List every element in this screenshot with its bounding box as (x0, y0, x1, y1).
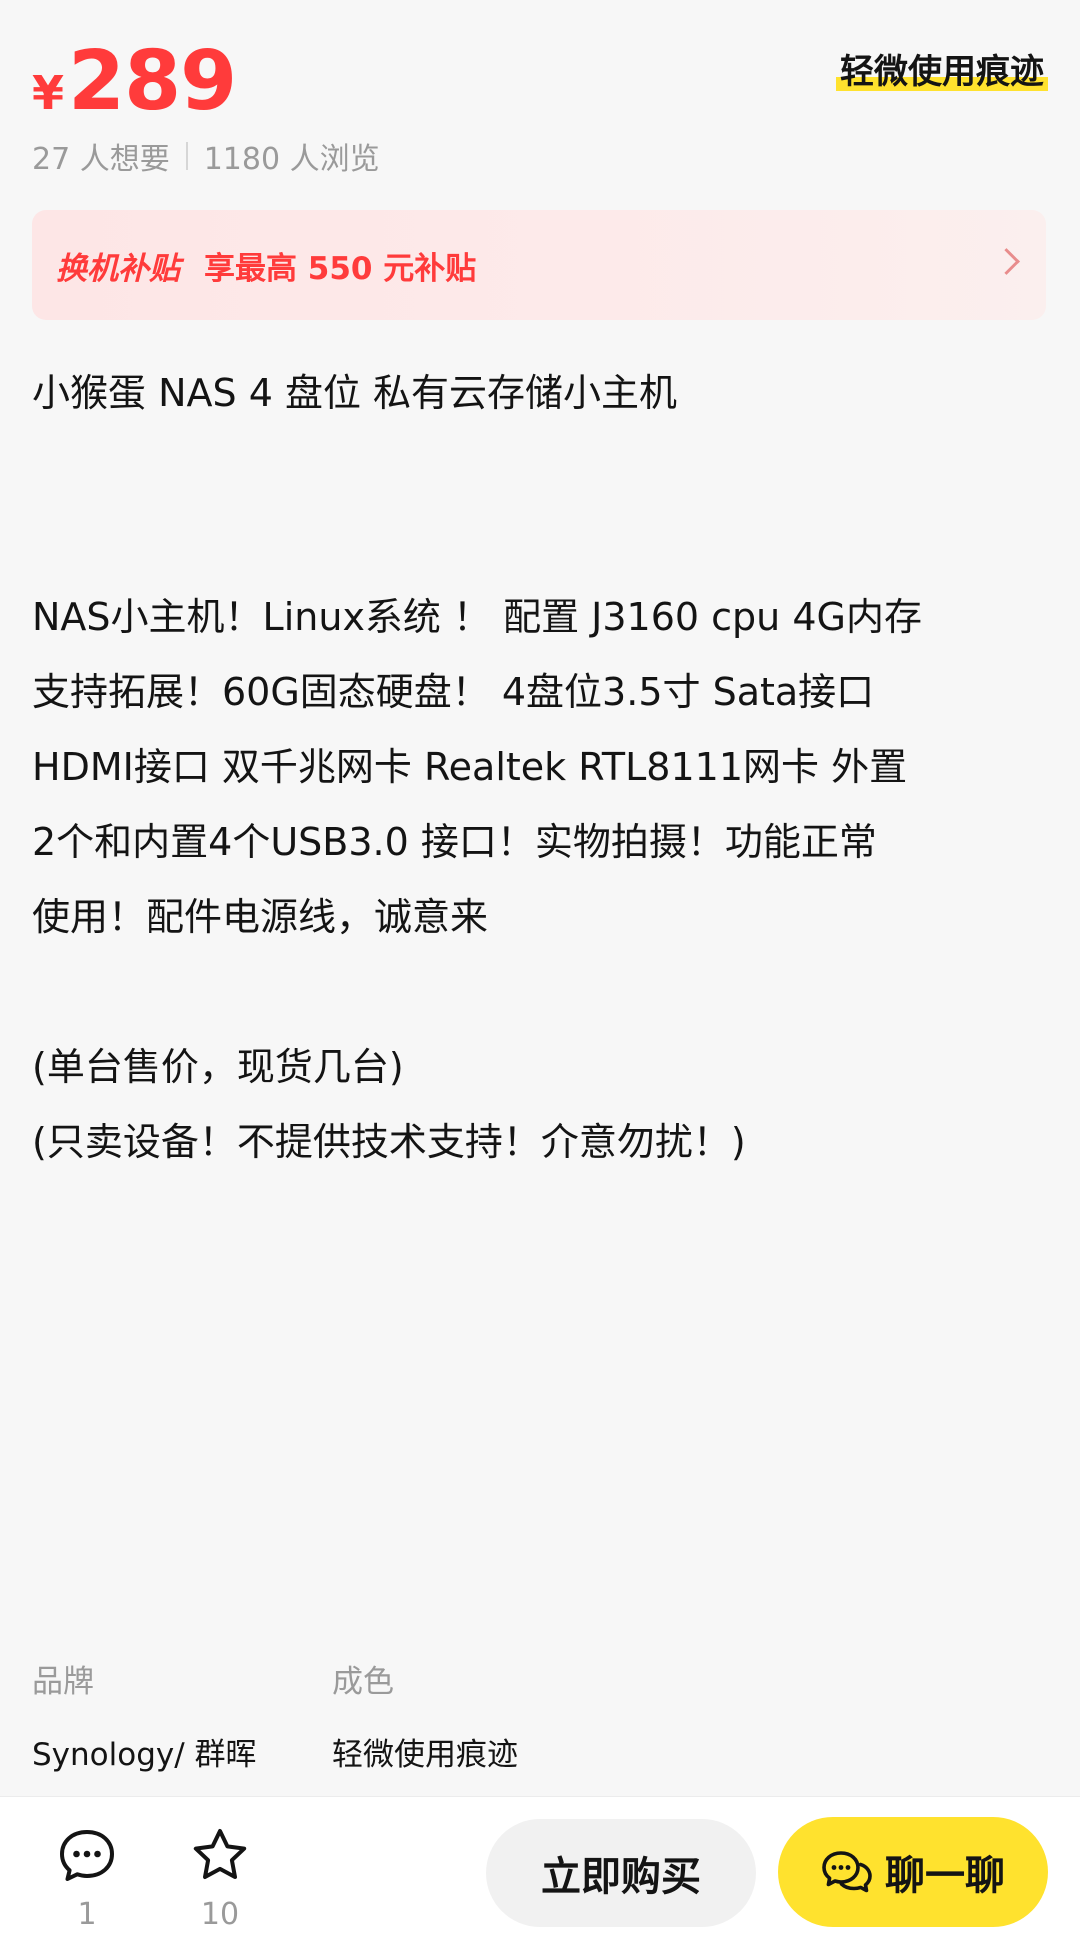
chat-bubbles-icon (822, 1851, 872, 1893)
condition-tag: 轻微使用痕迹 (836, 44, 1048, 93)
listing-description: NAS小主机！Linux系统 ！ 配置 J3160 cpu 4G内存 支持拓展！… (32, 580, 1052, 1180)
subsidy-tag: 换机补贴 (56, 250, 180, 287)
note-line: (只卖设备！不提供技术支持！介意勿扰！) (32, 1120, 746, 1164)
note-line: (单台售价，现货几台) (32, 1045, 404, 1089)
price-value: 289 (68, 34, 237, 129)
star-icon (193, 1829, 247, 1879)
stats-divider (185, 142, 188, 170)
description-line: NAS小主机！Linux系统 ！ 配置 J3160 cpu 4G内存 (32, 595, 922, 639)
listing-title: 小猴蛋 NAS 4 盘位 私有云存储小主机 (32, 371, 678, 415)
comment-bubble-icon (60, 1830, 114, 1881)
description-line: 2个和内置4个USB3.0 接口！实物拍摄！功能正常 (32, 820, 877, 864)
stats-row: 27 人想要 1180 人浏览 (32, 134, 380, 178)
chevron-right-icon (993, 248, 1020, 275)
subsidy-text: 享最高 550 元补贴 (204, 250, 477, 287)
wants-count: 27 人想要 (32, 142, 170, 177)
attribute-brand: 品牌 Synology/ 群晖 (32, 1656, 332, 1774)
attribute-condition: 成色 轻微使用痕迹 (332, 1656, 632, 1774)
description-line: 支持拓展！60G固态硬盘！ 4盘位3.5寸 Sata接口 (32, 670, 875, 714)
description-line: HDMI接口 双千兆网卡 Realtek RTL8111网卡 外置 (32, 745, 908, 789)
attribute-label: 成色 (332, 1664, 394, 1700)
comment-button[interactable]: 1 (47, 1827, 127, 1932)
bottom-action-bar: 1 10 立即购买 聊一聊 (0, 1796, 1080, 1950)
subsidy-banner[interactable]: 换机补贴 享最高 550 元补贴 (32, 210, 1046, 320)
attribute-value: 轻微使用痕迹 (332, 1737, 518, 1773)
attribute-label: 品牌 (32, 1664, 94, 1700)
favorite-button[interactable]: 10 (180, 1827, 260, 1932)
attributes: 品牌 Synology/ 群晖 成色 轻微使用痕迹 (32, 1656, 632, 1774)
views-count: 1180 人浏览 (203, 142, 380, 177)
chat-button[interactable]: 聊一聊 (778, 1817, 1048, 1927)
price-currency: ¥ (32, 66, 65, 120)
favorite-count: 10 (200, 1897, 240, 1932)
price: ¥ 289 (32, 34, 237, 129)
attribute-value: Synology/ 群晖 (32, 1737, 257, 1773)
buy-now-button[interactable]: 立即购买 (486, 1819, 756, 1927)
comment-count: 1 (77, 1897, 97, 1932)
description-line: 使用！配件电源线，诚意来 (32, 895, 489, 939)
chat-label: 聊一聊 (885, 1853, 1005, 1899)
